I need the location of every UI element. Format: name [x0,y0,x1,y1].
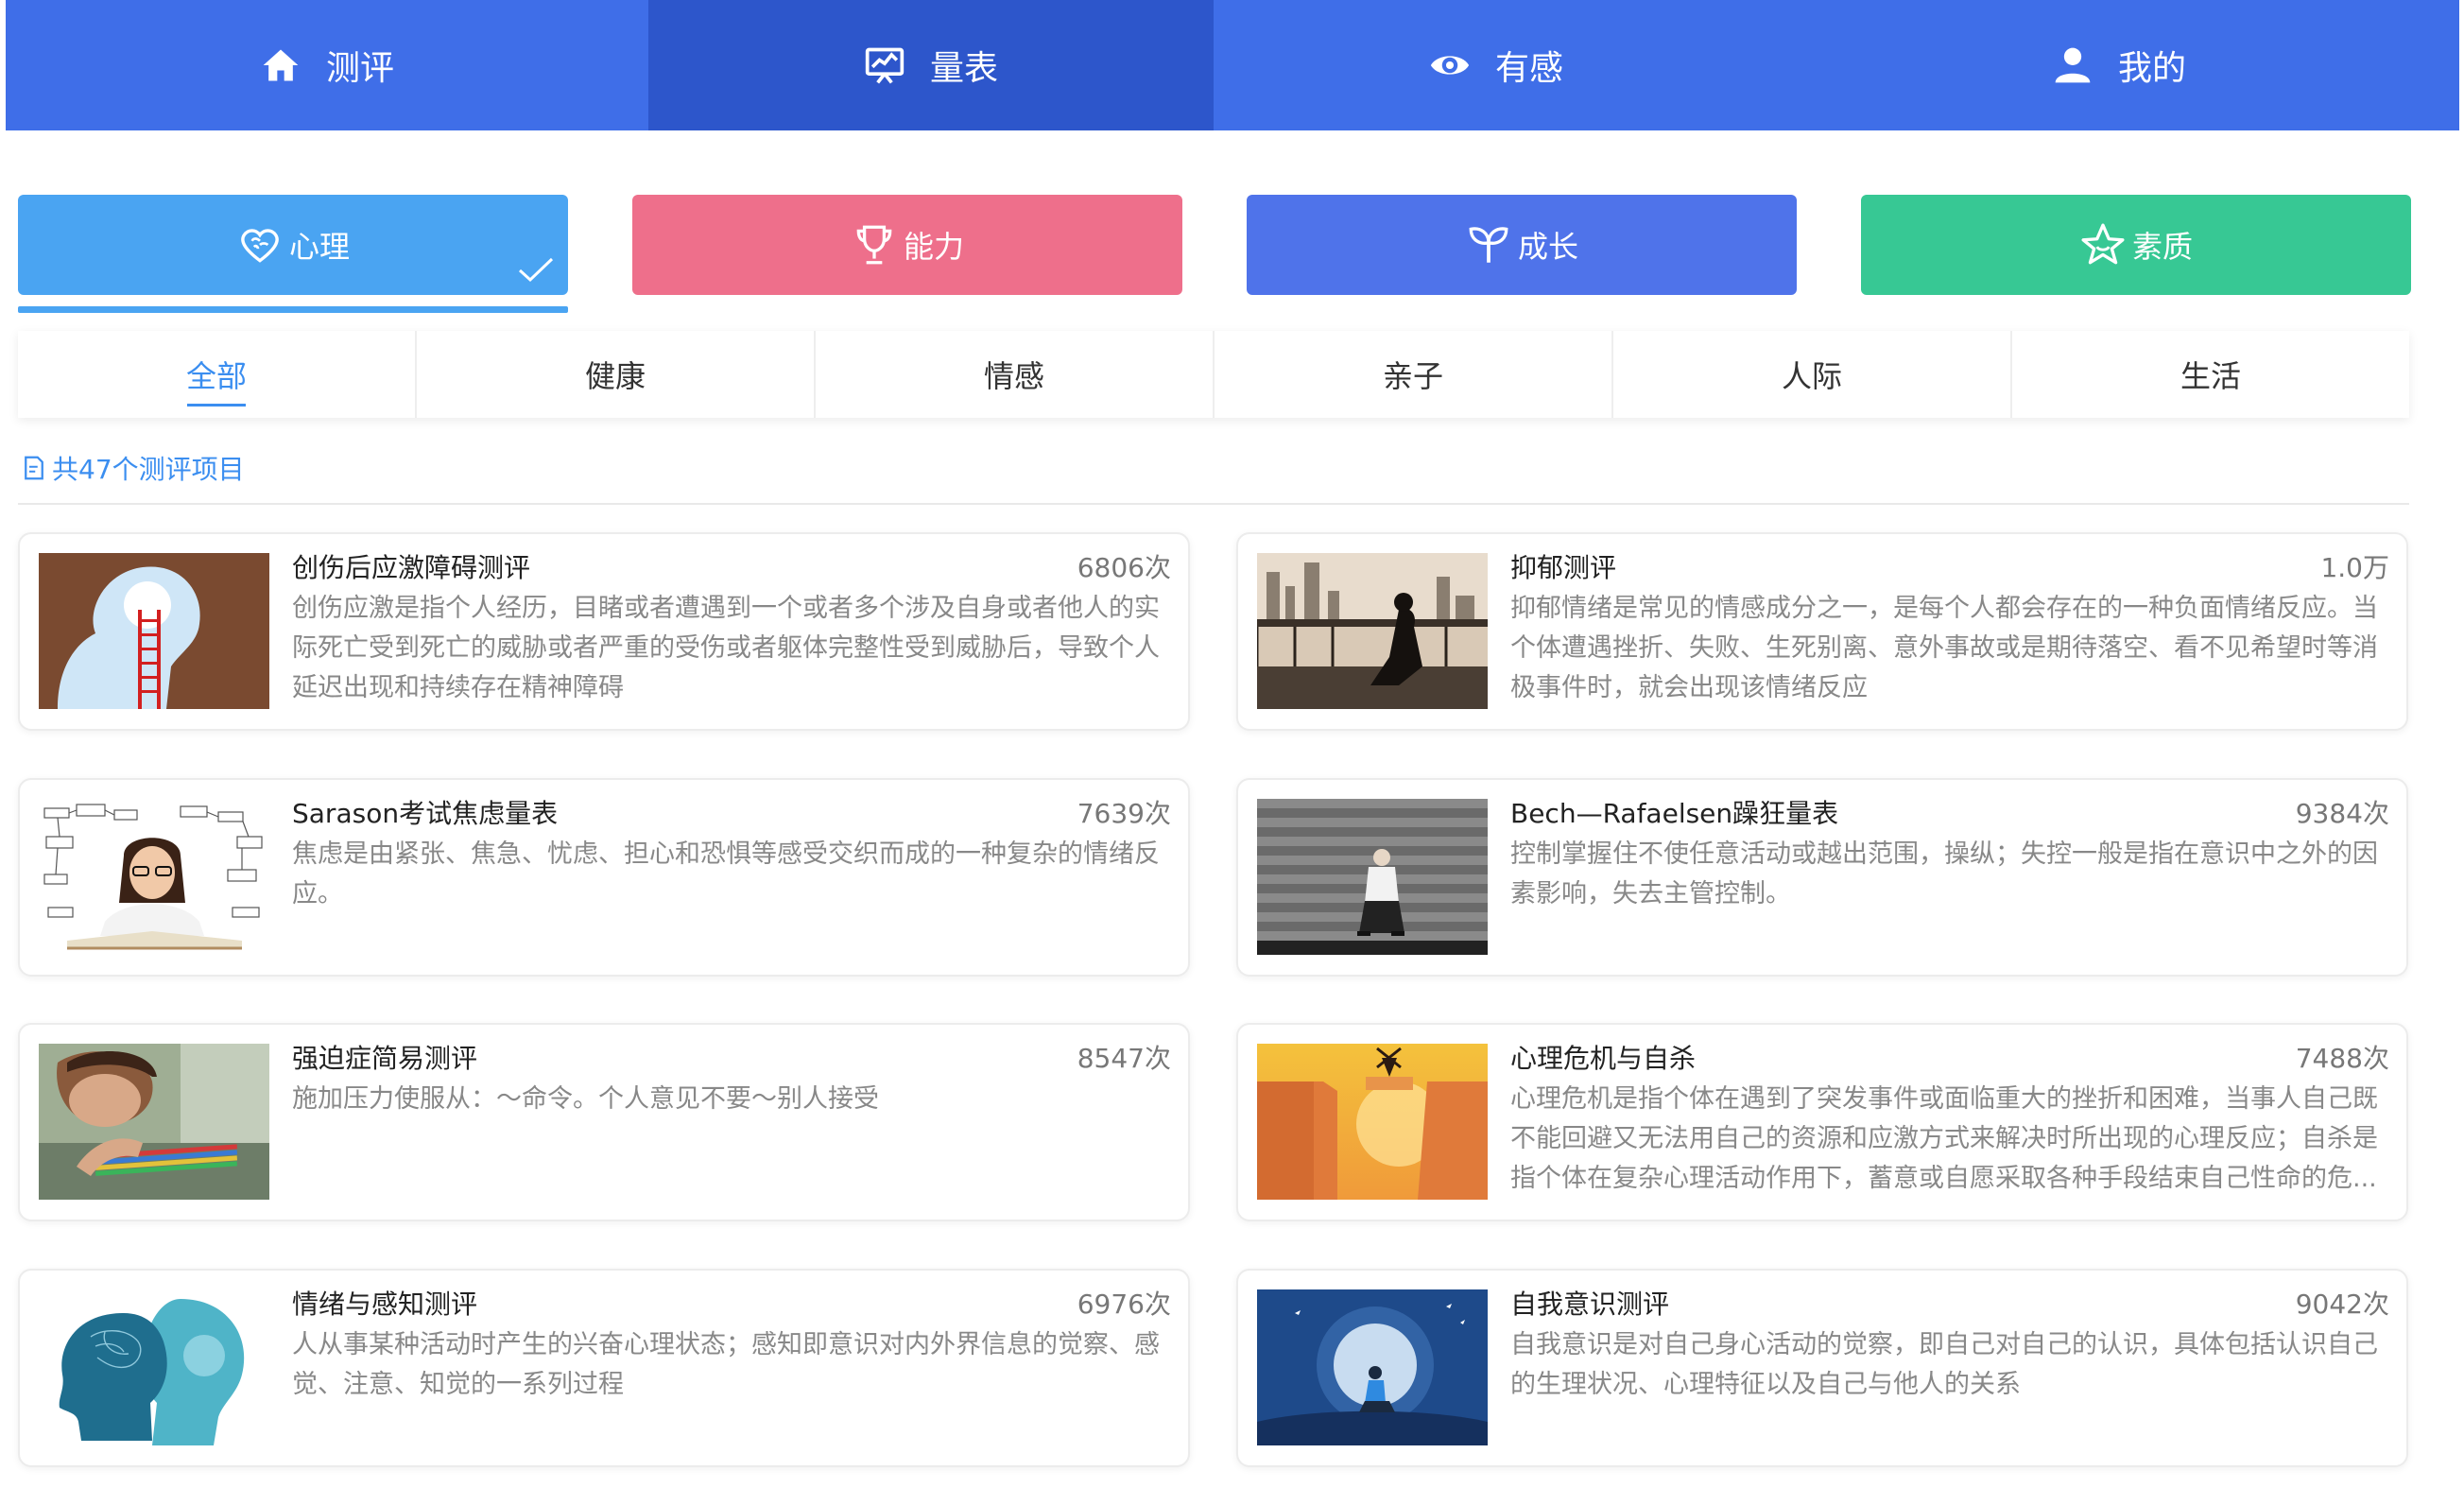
card-description: 创伤应激是指个人经历，目睹或者遭遇到一个或者多个涉及自身或者他人的实际死亡受到死… [292,594,1160,702]
card-thumbnail [39,553,269,709]
card-description: 自我意识是对自己身心活动的觉察，即自己对自己的认识，具体包括认识自己的生理状况、… [1510,1330,2378,1399]
nav-tab-label: 有感 [1494,49,1563,88]
document-edit-icon [25,456,43,480]
card-description: 心理危机是指个体在遇到了突发事件或面临重大的挫折和困难，当事人自己既不能回避又无… [1510,1084,2378,1193]
assessment-card[interactable]: 抑郁测评 1.0万 抑郁情绪是常见的情感成分之一，是每个人都会存在的一种负面情绪… [1236,532,2408,731]
item-count-text: 共47个测评项目 [52,454,245,485]
nav-tab-label: 量表 [929,49,998,88]
category-bar: 心理 能力 成长 素质 [18,195,2411,318]
nav-tab-liangbiao[interactable]: 量表 [648,0,1214,130]
nav-tab-yougan[interactable]: 有感 [1214,0,1779,130]
top-nav: 测评 量表 有感 我的 [6,0,2459,130]
card-title: 情绪与感知测评 [292,1289,478,1320]
card-title: 创伤后应激障碍测评 [292,552,531,583]
card-thumbnail [1257,799,1488,955]
assessment-card[interactable]: 创伤后应激障碍测评 6806次 创伤应激是指个人经历，目睹或者遭遇到一个或者多个… [18,532,1190,731]
card-title: 心理危机与自杀 [1510,1043,1697,1074]
assessment-card[interactable]: Sarason考试焦虑量表 7639次 焦虑是由紧张、焦急、忧虑、担心和恐惧等感… [18,778,1190,977]
assessment-card[interactable]: 强迫症简易测评 8547次 施加压力使服从：～命令。个人意见不要～别人接受 [18,1023,1190,1221]
check-icon [518,257,554,283]
active-category-underline [18,306,568,313]
card-title: 强迫症简易测评 [292,1043,478,1074]
card-views: 7488次 [2295,1043,2389,1074]
item-count: 共47个测评项目 [20,449,245,487]
assessment-card[interactable]: Bech—Rafaelsen躁狂量表 9384次 控制掌握住不使任意活动或越出范… [1236,778,2408,977]
nav-tab-label: 我的 [2117,49,2186,88]
user-icon [2052,44,2094,86]
assessment-card[interactable]: 心理危机与自杀 7488次 心理危机是指个体在遇到了突发事件或面临重大的挫折和困… [1236,1023,2408,1221]
star-icon [2079,221,2127,268]
card-title: 自我意识测评 [1510,1289,1670,1320]
category-nengli-button[interactable]: 能力 [632,195,1182,295]
sprout-icon [1465,221,1512,268]
card-title: Bech—Rafaelsen躁狂量表 [1510,798,1839,829]
assessment-card[interactable]: 自我意识测评 9042次 自我意识是对自己身心活动的觉察，即自己对自己的认识，具… [1236,1269,2408,1467]
subcategory-tabs: 全部 健康 情感 亲子 人际 生活 [18,331,2409,418]
category-xinli-button[interactable]: 心理 [18,195,568,295]
card-description: 焦虑是由紧张、焦急、忧虑、担心和恐惧等感受交织而成的一种复杂的情绪反应。 [292,839,1160,908]
card-views: 8547次 [1077,1043,1171,1074]
assessment-card[interactable]: 情绪与感知测评 6976次 人从事某种活动时产生的兴奋心理状态；感知即意识对内外… [18,1269,1190,1467]
heart-brain-icon [236,221,284,268]
card-thumbnail [39,799,269,955]
card-title: 抑郁测评 [1510,552,1617,583]
nav-tab-wode[interactable]: 我的 [1779,0,2459,130]
card-views: 6976次 [1077,1289,1171,1320]
card-views: 7639次 [1077,798,1171,829]
category-chengzhang-button[interactable]: 成长 [1247,195,1797,295]
card-views: 6806次 [1077,552,1171,583]
category-label: 能力 [903,229,964,265]
category-suzhi-button[interactable]: 素质 [1861,195,2411,295]
category-label: 成长 [1517,229,1578,265]
subtab-all[interactable]: 全部 [18,331,417,418]
card-description: 抑郁情绪是常见的情感成分之一，是每个人都会存在的一种负面情绪反应。当个体遭遇挫折… [1510,594,2378,702]
card-views: 9384次 [2295,798,2389,829]
subtab-social[interactable]: 人际 [1613,331,2012,418]
trophy-icon [851,221,898,268]
nav-tab-ceping[interactable]: 测评 [6,0,648,130]
category-label: 心理 [288,229,350,265]
card-title: Sarason考试焦虑量表 [292,798,559,829]
card-description: 控制掌握住不使任意活动或越出范围，操纵；失控一般是指在意识中之外的因素影响，失去… [1510,839,2378,908]
card-thumbnail [1257,1044,1488,1200]
category-label: 素质 [2131,229,2193,265]
card-views: 1.0万 [2320,552,2389,583]
eye-icon [1429,44,1471,86]
subtab-life[interactable]: 生活 [2012,331,2409,418]
nav-tab-label: 测评 [325,49,394,88]
card-thumbnail [1257,1289,1488,1445]
card-thumbnail [39,1044,269,1200]
home-icon [260,44,302,86]
subtab-health[interactable]: 健康 [417,331,816,418]
subtab-emotion[interactable]: 情感 [816,331,1215,418]
chart-board-icon [864,44,905,86]
subtab-parenting[interactable]: 亲子 [1215,331,1613,418]
divider [18,503,2409,505]
card-description: 人从事某种活动时产生的兴奋心理状态；感知即意识对内外界信息的觉察、感觉、注意、知… [292,1330,1160,1399]
card-thumbnail [1257,553,1488,709]
card-description: 施加压力使服从：～命令。个人意见不要～别人接受 [292,1084,879,1114]
card-views: 9042次 [2295,1289,2389,1320]
card-thumbnail [39,1289,269,1445]
